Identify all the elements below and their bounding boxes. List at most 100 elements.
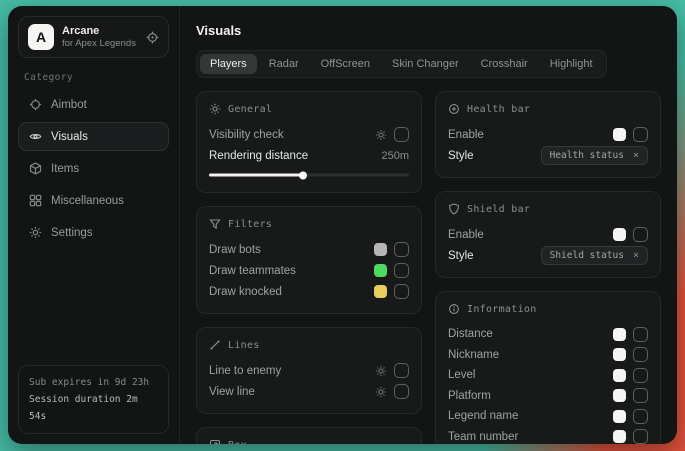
team-number-checkbox[interactable] bbox=[633, 429, 648, 444]
setting-row-line-to-enemy: Line to enemy bbox=[209, 360, 409, 381]
view-line-checkbox[interactable] bbox=[394, 384, 409, 399]
app-subtitle: for Apex Legends bbox=[62, 38, 136, 49]
subscription-status-card: Sub expires in 9d 23h Session duration 2… bbox=[18, 365, 169, 434]
tab-skin-changer[interactable]: Skin Changer bbox=[382, 54, 469, 74]
section-title: Information bbox=[467, 304, 537, 315]
sidebar-item-visuals[interactable]: Visuals bbox=[18, 122, 169, 151]
section-general: General Visibility check bbox=[196, 91, 422, 193]
sub-expires-text: Sub expires in 9d 23h bbox=[29, 374, 158, 391]
setting-row-health-enable: Enable bbox=[448, 124, 648, 145]
color-swatch[interactable] bbox=[374, 243, 387, 256]
setting-row-team-number: Team number bbox=[448, 427, 648, 445]
color-swatch[interactable] bbox=[613, 228, 626, 241]
sidebar-item-label: Aimbot bbox=[51, 99, 87, 111]
tab-offscreen[interactable]: OffScreen bbox=[311, 54, 380, 74]
line-to-enemy-checkbox[interactable] bbox=[394, 363, 409, 378]
setting-row-view-line: View line bbox=[209, 381, 409, 402]
page-title: Visuals bbox=[196, 23, 661, 38]
sidebar-item-label: Settings bbox=[51, 227, 93, 239]
rendering-distance-value: 250m bbox=[381, 150, 409, 162]
setting-row-nickname: Nickname bbox=[448, 345, 648, 366]
gear-icon[interactable] bbox=[375, 365, 387, 377]
section-lines: Lines Line to enemy bbox=[196, 327, 422, 414]
box-icon bbox=[209, 439, 221, 444]
app-window: A Arcane for Apex Legends Category Aimbo… bbox=[8, 6, 677, 444]
sidebar-item-label: Visuals bbox=[51, 131, 88, 143]
app-name: Arcane bbox=[62, 25, 136, 37]
draw-bots-checkbox[interactable] bbox=[394, 242, 409, 257]
distance-checkbox[interactable] bbox=[633, 327, 648, 342]
shield-enable-checkbox[interactable] bbox=[633, 227, 648, 242]
section-health-bar: Health bar Enable Style Health status bbox=[435, 91, 661, 178]
setting-row-visibility-check: Visibility check bbox=[209, 124, 409, 145]
section-title: Health bar bbox=[467, 104, 530, 115]
draw-knocked-checkbox[interactable] bbox=[394, 284, 409, 299]
shield-icon bbox=[448, 203, 460, 215]
level-checkbox[interactable] bbox=[633, 368, 648, 383]
setting-row-legend-name: Legend name bbox=[448, 406, 648, 427]
sidebar-item-settings[interactable]: Settings bbox=[18, 218, 169, 247]
section-information: Information Distance Nickname bbox=[435, 291, 661, 444]
color-swatch[interactable] bbox=[613, 348, 626, 361]
sidebar-item-miscellaneous[interactable]: Miscellaneous bbox=[18, 186, 169, 215]
color-swatch[interactable] bbox=[613, 430, 626, 443]
clear-icon[interactable]: × bbox=[633, 151, 639, 161]
color-swatch[interactable] bbox=[374, 285, 387, 298]
setting-row-draw-knocked: Draw knocked bbox=[209, 281, 409, 302]
slider-thumb[interactable] bbox=[299, 171, 307, 179]
section-filters: Filters Draw bots Draw teammates bbox=[196, 206, 422, 314]
sidebar-item-aimbot[interactable]: Aimbot bbox=[18, 90, 169, 119]
category-label: Category bbox=[24, 72, 163, 83]
app-logo: A bbox=[28, 24, 54, 50]
setting-row-draw-teammates: Draw teammates bbox=[209, 260, 409, 281]
session-duration-text: Session duration 2m 54s bbox=[29, 391, 158, 425]
tab-radar[interactable]: Radar bbox=[259, 54, 309, 74]
select-value: Health status bbox=[550, 150, 624, 161]
section-title: Shield bar bbox=[467, 204, 530, 215]
info-icon bbox=[448, 303, 460, 315]
color-swatch[interactable] bbox=[613, 328, 626, 341]
main-panel: Visuals Players Radar OffScreen Skin Cha… bbox=[180, 6, 677, 444]
section-title: Box bbox=[228, 440, 247, 445]
select-value: Shield status bbox=[550, 250, 624, 261]
color-swatch[interactable] bbox=[374, 264, 387, 277]
rendering-distance-slider[interactable] bbox=[209, 169, 409, 181]
target-icon[interactable] bbox=[146, 31, 159, 44]
tab-crosshair[interactable]: Crosshair bbox=[471, 54, 538, 74]
nickname-checkbox[interactable] bbox=[633, 347, 648, 362]
sun-icon bbox=[209, 103, 221, 115]
health-enable-checkbox[interactable] bbox=[633, 127, 648, 142]
color-swatch[interactable] bbox=[613, 410, 626, 423]
right-column: Health bar Enable Style Health status bbox=[435, 91, 661, 444]
health-style-select[interactable]: Health status × bbox=[541, 146, 648, 165]
sidebar-item-items[interactable]: Items bbox=[18, 154, 169, 183]
draw-teammates-checkbox[interactable] bbox=[394, 263, 409, 278]
health-icon bbox=[448, 103, 460, 115]
shield-style-select[interactable]: Shield status × bbox=[541, 246, 648, 265]
tab-players[interactable]: Players bbox=[200, 54, 257, 74]
color-swatch[interactable] bbox=[613, 128, 626, 141]
setting-row-draw-bots: Draw bots bbox=[209, 239, 409, 260]
legend-name-checkbox[interactable] bbox=[633, 409, 648, 424]
funnel-icon bbox=[209, 218, 221, 230]
setting-row-level: Level bbox=[448, 365, 648, 386]
color-swatch[interactable] bbox=[613, 389, 626, 402]
section-title: Filters bbox=[228, 219, 272, 230]
tab-highlight[interactable]: Highlight bbox=[540, 54, 603, 74]
platform-checkbox[interactable] bbox=[633, 388, 648, 403]
left-column: General Visibility check bbox=[196, 91, 422, 444]
gear-icon bbox=[29, 226, 42, 239]
color-swatch[interactable] bbox=[613, 369, 626, 382]
gear-icon[interactable] bbox=[375, 386, 387, 398]
setting-row-platform: Platform bbox=[448, 386, 648, 407]
setting-row-shield-enable: Enable bbox=[448, 224, 648, 245]
diagonal-line-icon bbox=[209, 339, 221, 351]
setting-row-health-style: Style Health status × bbox=[448, 145, 648, 166]
app-header-card: A Arcane for Apex Legends bbox=[18, 16, 169, 58]
visibility-check-checkbox[interactable] bbox=[394, 127, 409, 142]
sidebar: A Arcane for Apex Legends Category Aimbo… bbox=[8, 6, 180, 444]
slider-fill bbox=[209, 174, 303, 177]
gear-icon[interactable] bbox=[375, 129, 387, 141]
clear-icon[interactable]: × bbox=[633, 251, 639, 261]
setting-row-shield-style: Style Shield status × bbox=[448, 245, 648, 266]
